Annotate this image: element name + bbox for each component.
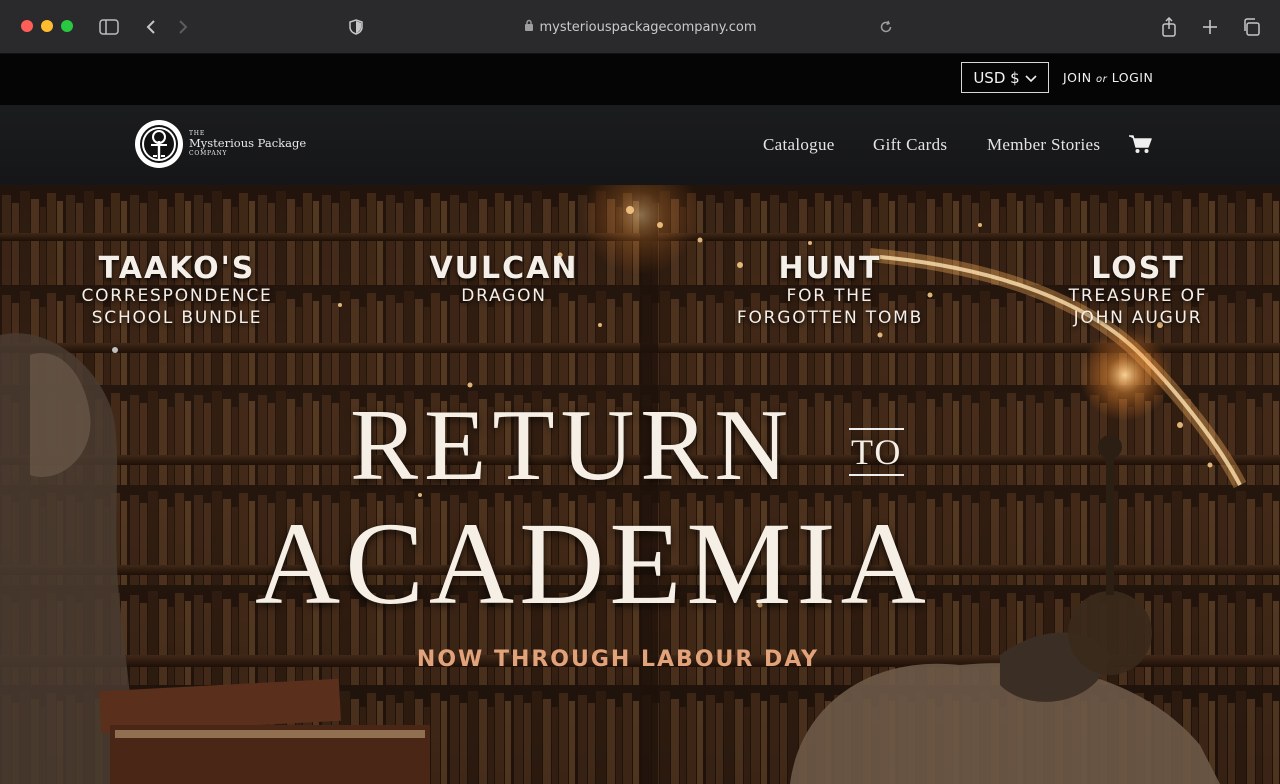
or-text: or (1096, 74, 1108, 85)
promo-title: VULCAN (429, 251, 579, 286)
login-link[interactable]: LOGIN (1112, 70, 1154, 85)
currency-selector[interactable]: USD $ (961, 62, 1049, 93)
keyhole-logo-icon (135, 120, 183, 168)
promo-subtitle-line1: TREASURE OF (1068, 285, 1208, 306)
minimize-window-button[interactable] (41, 20, 53, 32)
forward-icon[interactable] (170, 14, 196, 40)
promo-title: TAAKO'S (98, 251, 256, 286)
address-bar[interactable]: mysteriouspackagecompany.com (380, 14, 900, 40)
promo-title: LOST (1091, 251, 1185, 286)
nav-member-stories[interactable]: Member Stories (987, 135, 1100, 155)
reload-icon[interactable] (873, 14, 899, 40)
nav-catalogue[interactable]: Catalogue (763, 135, 835, 155)
promo-subtitle-line2: SCHOOL BUNDLE (91, 307, 263, 328)
hero-title-to: TO (849, 428, 905, 476)
url-text: mysteriouspackagecompany.com (539, 19, 757, 35)
promo-subtitle-line1: FOR THE (786, 285, 874, 306)
tab-overview-icon[interactable] (1238, 14, 1264, 40)
site-logo[interactable]: THE Mysterious Package COMPANY (135, 119, 325, 169)
share-icon[interactable] (1156, 14, 1182, 40)
hero-tagline: NOW THROUGH LABOUR DAY (416, 647, 820, 672)
join-login-link[interactable]: JOIN or LOGIN (1063, 70, 1153, 85)
logo-line-company: COMPANY (189, 149, 228, 157)
promo-vulcan[interactable]: VULCAN DRAGON (414, 253, 594, 307)
privacy-shield-icon[interactable] (343, 14, 369, 40)
promo-subtitle-line1: CORRESPONDENCE (81, 285, 273, 306)
promo-title: HUNT (778, 251, 882, 286)
logo-wordmark: THE Mysterious Package COMPANY (189, 131, 306, 157)
browser-toolbar: mysteriouspackagecompany.com (0, 0, 1280, 54)
promo-hunt[interactable]: HUNT FOR THE FORGOTTEN TOMB (728, 253, 932, 329)
new-tab-icon[interactable] (1197, 14, 1223, 40)
sidebar-toggle-icon[interactable] (96, 14, 122, 40)
lock-icon (524, 19, 534, 35)
nav-gift-cards[interactable]: Gift Cards (873, 135, 947, 155)
promo-subtitle-line1: DRAGON (461, 285, 547, 306)
zoom-window-button[interactable] (61, 20, 73, 32)
currency-label: USD $ (973, 68, 1020, 87)
promo-subtitle-line2: JOHN AUGUR (1073, 307, 1203, 328)
promo-subtitle-line2: FORGOTTEN TOMB (736, 307, 924, 328)
hero-title-return: RETURN (350, 389, 794, 502)
chevron-down-icon (1025, 69, 1037, 87)
back-icon[interactable] (138, 14, 164, 40)
promo-lost[interactable]: LOST TREASURE OF JOHN AUGUR (1066, 253, 1210, 329)
promo-taako[interactable]: TAAKO'S CORRESPONDENCE SCHOOL BUNDLE (79, 253, 275, 329)
close-window-button[interactable] (21, 20, 33, 32)
hero-banner[interactable]: TAAKO'S CORRESPONDENCE SCHOOL BUNDLE VUL… (0, 185, 1280, 784)
logo-line-name: Mysterious Package (189, 136, 307, 151)
cart-icon[interactable] (1128, 134, 1154, 156)
join-link[interactable]: JOIN (1063, 70, 1092, 85)
hero-title-academia: ACADEMIA (255, 498, 931, 629)
